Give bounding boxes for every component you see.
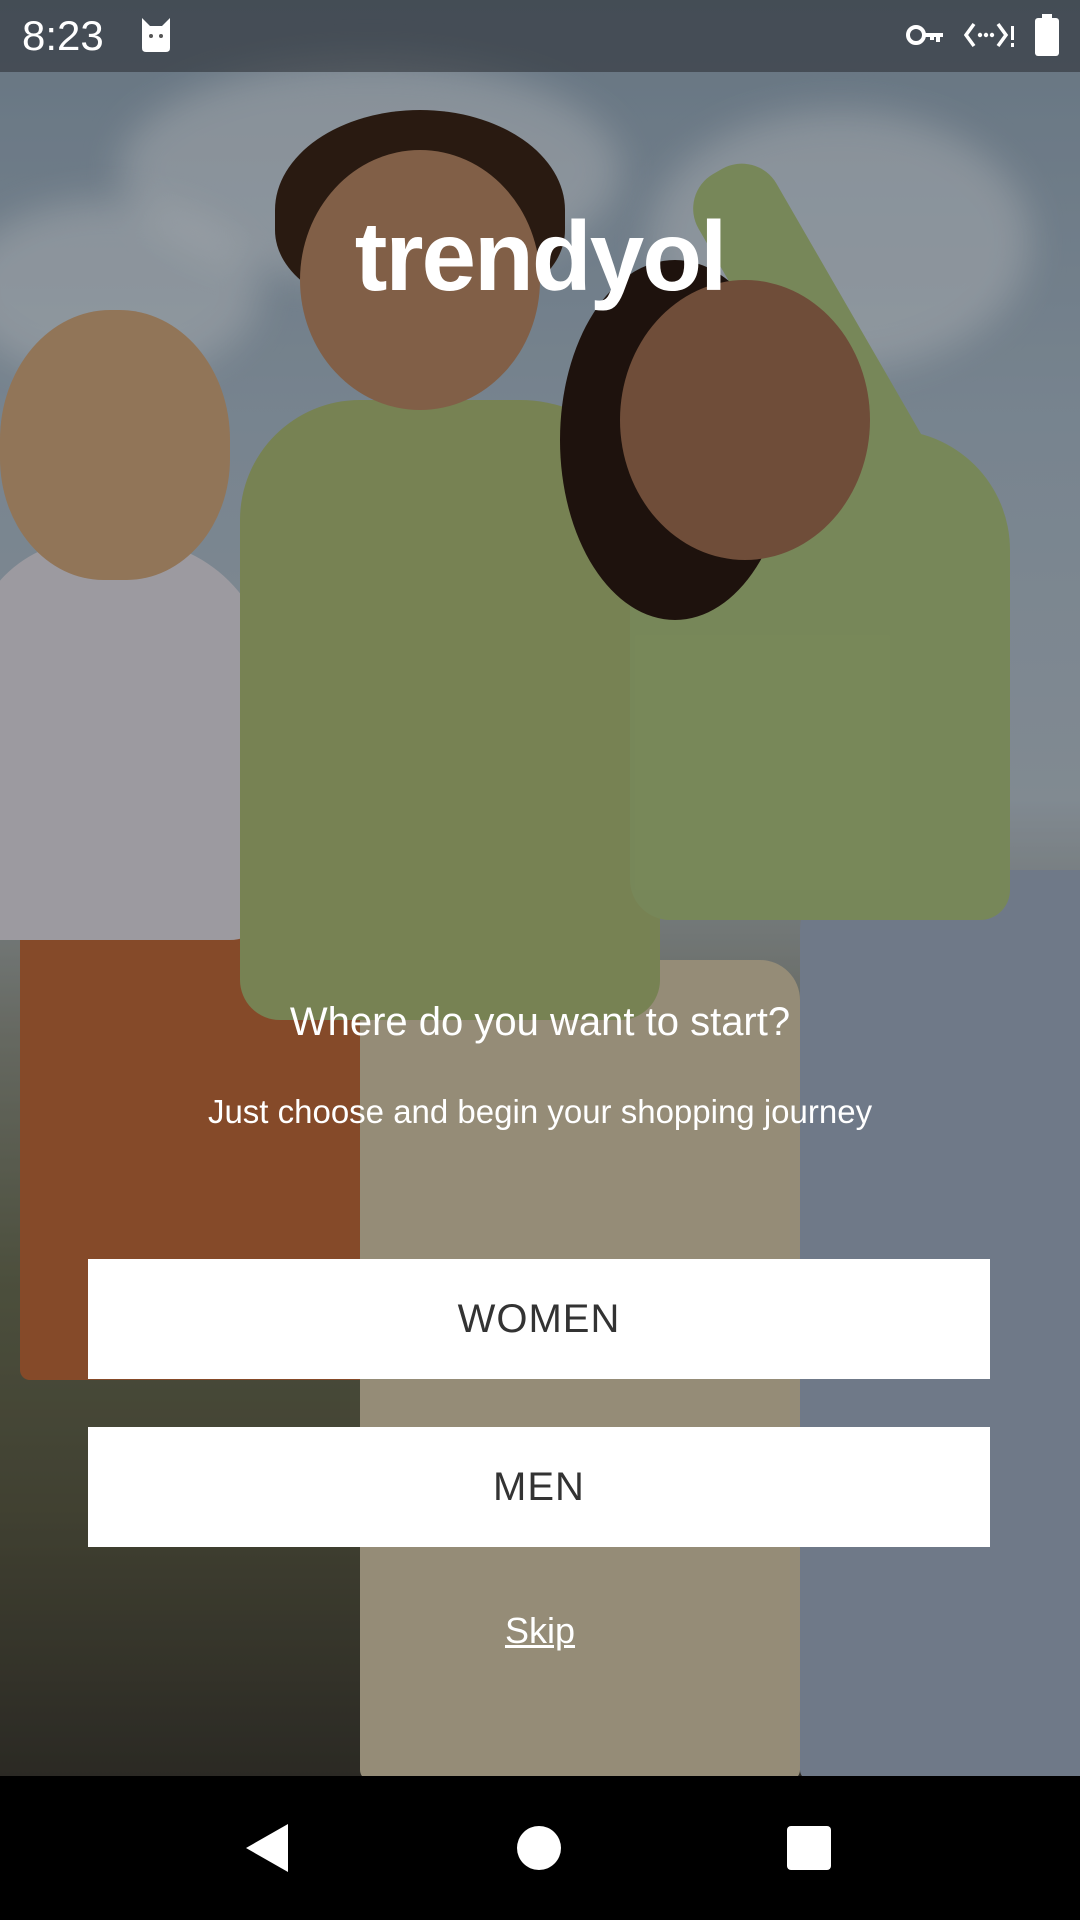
back-button[interactable] xyxy=(230,1812,302,1884)
data-saver-icon xyxy=(964,22,1014,48)
recents-button[interactable] xyxy=(773,1812,845,1884)
status-bar: 8:23 xyxy=(0,0,1080,72)
home-button[interactable] xyxy=(503,1812,575,1884)
navigation-bar xyxy=(0,1776,1080,1920)
women-button[interactable]: WOMEN xyxy=(88,1259,990,1379)
brand-logo: trendyol xyxy=(354,201,728,311)
skip-container: Skip xyxy=(0,1610,1080,1652)
skip-link[interactable]: Skip xyxy=(505,1610,575,1651)
battery-icon xyxy=(1035,14,1059,56)
status-time: 8:23 xyxy=(22,12,104,59)
onboarding-headline: Where do you want to start? xyxy=(289,1000,791,1044)
men-button[interactable]: MEN xyxy=(88,1427,990,1547)
cat-icon xyxy=(142,18,170,52)
key-icon xyxy=(906,25,943,45)
back-icon xyxy=(246,1824,288,1872)
home-icon xyxy=(517,1826,561,1870)
recents-icon xyxy=(787,1826,831,1870)
onboarding-subline: Just choose and begin your shopping jour… xyxy=(207,1093,873,1130)
